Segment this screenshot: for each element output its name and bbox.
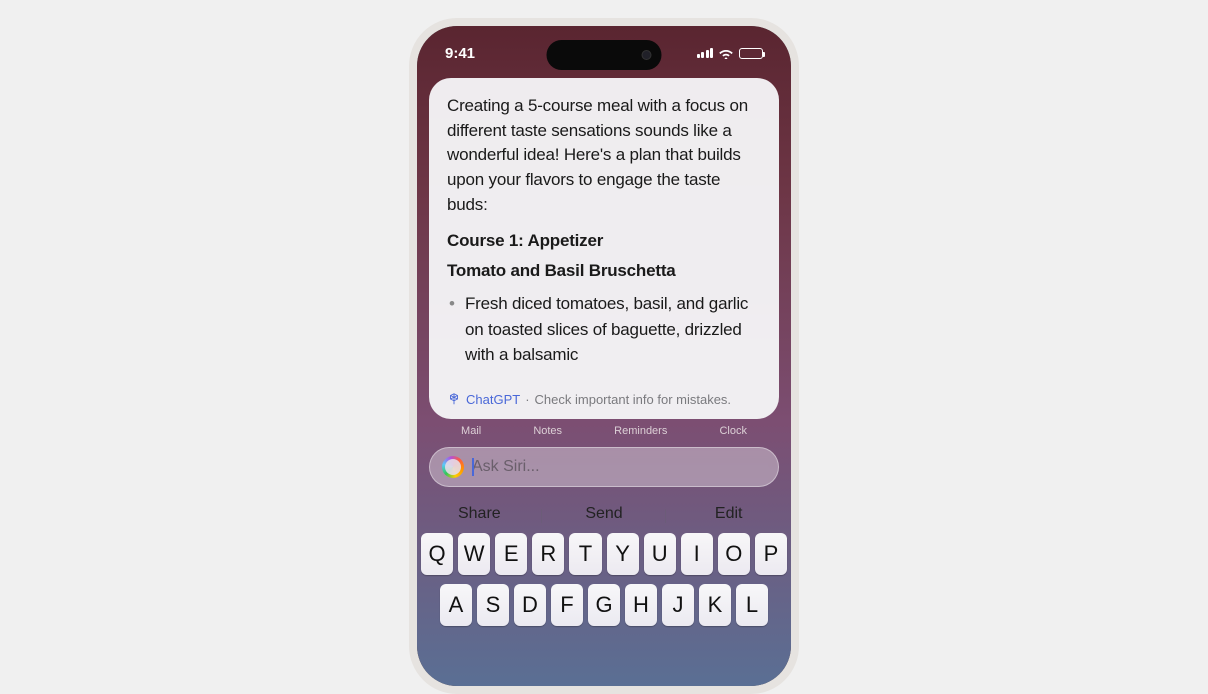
siri-input[interactable]: Ask Siri... [472,458,766,476]
key-j[interactable]: J [662,584,694,626]
key-r[interactable]: R [532,533,564,575]
cellular-signal-icon [697,48,714,58]
key-u[interactable]: U [644,533,676,575]
key-d[interactable]: D [514,584,546,626]
siri-orb-icon [442,456,464,478]
suggestion-send[interactable]: Send [542,505,667,523]
status-time: 9:41 [445,45,475,62]
app-label-clock: Clock [719,425,747,437]
app-label-mail: Mail [461,425,481,437]
dish-name: Tomato and Basil Bruschetta [447,261,761,281]
chatgpt-icon [447,392,461,406]
wifi-icon [718,47,734,59]
key-a[interactable]: A [440,584,472,626]
siri-input-bar[interactable]: Ask Siri... [429,447,779,487]
keyboard: Q W E R T Y U I O P A S D F G H J K L [417,533,791,626]
key-q[interactable]: Q [421,533,453,575]
separator: · [525,392,529,407]
key-t[interactable]: T [569,533,601,575]
app-label-reminders: Reminders [614,425,667,437]
key-o[interactable]: O [718,533,750,575]
key-k[interactable]: K [699,584,731,626]
disclaimer-text: Check important info for mistakes. [535,392,732,407]
dynamic-island [547,40,662,70]
battery-icon [739,48,763,59]
key-e[interactable]: E [495,533,527,575]
suggestion-share[interactable]: Share [417,505,542,523]
screen: 9:41 Creating a 5-course meal with a foc… [417,26,791,686]
key-l[interactable]: L [736,584,768,626]
keyboard-row-2: A S D F G H J K L [421,584,787,626]
chatgpt-label[interactable]: ChatGPT [466,392,520,407]
suggestion-edit[interactable]: Edit [666,505,791,523]
card-footer: ChatGPT · Check important info for mista… [447,392,761,407]
key-g[interactable]: G [588,584,620,626]
siri-response-card: Creating a 5-course meal with a focus on… [429,78,779,419]
phone-device-frame: 9:41 Creating a 5-course meal with a foc… [409,18,799,694]
bullet-item: Fresh diced tomatoes, basil, and garlic … [447,291,761,368]
dock-app-labels: Mail Notes Reminders Clock [417,419,791,437]
text-cursor [472,458,474,476]
response-intro: Creating a 5-course meal with a focus on… [447,94,761,217]
keyboard-row-1: Q W E R T Y U I O P [421,533,787,575]
camera-icon [642,50,652,60]
app-label-notes: Notes [533,425,562,437]
key-s[interactable]: S [477,584,509,626]
key-w[interactable]: W [458,533,490,575]
bullet-list: Fresh diced tomatoes, basil, and garlic … [447,291,761,368]
course-heading: Course 1: Appetizer [447,231,761,251]
status-icons [697,47,764,59]
quicktype-suggestions: Share Send Edit [417,493,791,533]
key-f[interactable]: F [551,584,583,626]
key-y[interactable]: Y [607,533,639,575]
key-i[interactable]: I [681,533,713,575]
key-p[interactable]: P [755,533,787,575]
key-h[interactable]: H [625,584,657,626]
siri-placeholder: Ask Siri... [472,458,540,475]
